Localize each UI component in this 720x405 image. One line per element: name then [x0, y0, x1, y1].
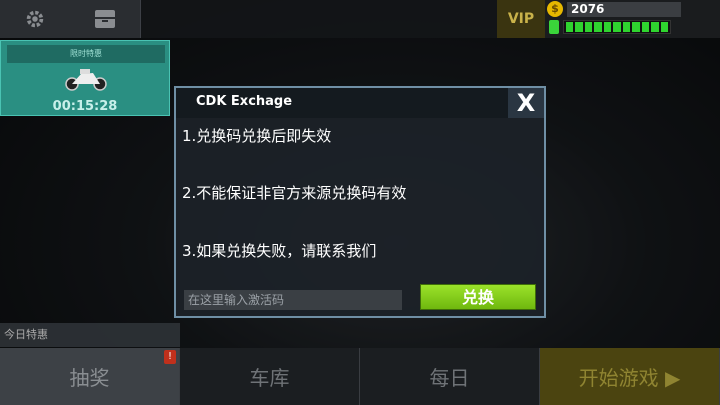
vip-button[interactable]: VIP: [497, 0, 545, 38]
settings-button[interactable]: [0, 0, 71, 38]
offer-title: 限时特惠: [7, 45, 165, 63]
inventory-button[interactable]: [70, 0, 141, 38]
fuel-segment: [584, 22, 593, 32]
fuel-segment: [632, 22, 640, 32]
fuel-segment: [594, 22, 602, 32]
gear-icon: [26, 10, 44, 28]
offer-timer: 00:15:28: [52, 99, 118, 114]
today-special-label[interactable]: 今日特惠: [0, 323, 180, 347]
rule-2: 2.不能保证非官方来源兑换码有效: [182, 184, 407, 202]
coin-count: 2076: [567, 2, 681, 17]
limited-offer-card[interactable]: 限时特惠 00:15:28: [0, 40, 170, 116]
tab-garage-label: 车库: [249, 366, 290, 390]
fuel-icon: [549, 20, 559, 34]
fuel-segment: [622, 22, 631, 32]
fuel-segment: [651, 22, 659, 32]
notification-badge: !: [164, 350, 176, 364]
code-input[interactable]: [184, 290, 402, 310]
fuel-segment: [641, 22, 650, 32]
box-icon: [95, 10, 115, 28]
fuel-segment: [575, 22, 583, 32]
fuel-segment: [613, 22, 621, 32]
tab-daily[interactable]: 每日: [360, 348, 540, 405]
rule-3: 3.如果兑换失败，请联系我们: [182, 242, 377, 260]
dialog-header: CDK Exchage X: [176, 88, 544, 118]
tab-lottery[interactable]: 抽奖 !: [0, 348, 180, 405]
tab-lottery-label: 抽奖: [69, 366, 110, 390]
tab-garage[interactable]: 车库: [180, 348, 360, 405]
bottom-nav: 抽奖 ! 车库 每日 开始游戏 ▶: [0, 348, 720, 405]
fuel-bar: [563, 20, 671, 34]
redeem-button[interactable]: 兑换: [420, 284, 536, 310]
start-game-label: 开始游戏 ▶: [578, 366, 681, 390]
fuel-segment: [566, 22, 574, 32]
fuel-segment: [660, 22, 668, 32]
coin-icon: $: [547, 1, 563, 17]
motorcycle-icon: [65, 69, 107, 91]
currency-panel: $ 2076: [545, 0, 720, 38]
rule-1: 1.兑换码兑换后即失效: [182, 127, 332, 145]
close-button[interactable]: X: [508, 88, 544, 118]
fuel-segment: [603, 22, 612, 32]
tab-daily-label: 每日: [429, 366, 470, 390]
dialog-title: CDK Exchage: [196, 94, 293, 109]
cdk-exchange-dialog: CDK Exchage X 1.兑换码兑换后即失效 2.不能保证非官方来源兑换码…: [174, 86, 546, 318]
top-bar: VIP $ 2076: [0, 0, 720, 38]
start-game-button[interactable]: 开始游戏 ▶: [540, 348, 720, 405]
